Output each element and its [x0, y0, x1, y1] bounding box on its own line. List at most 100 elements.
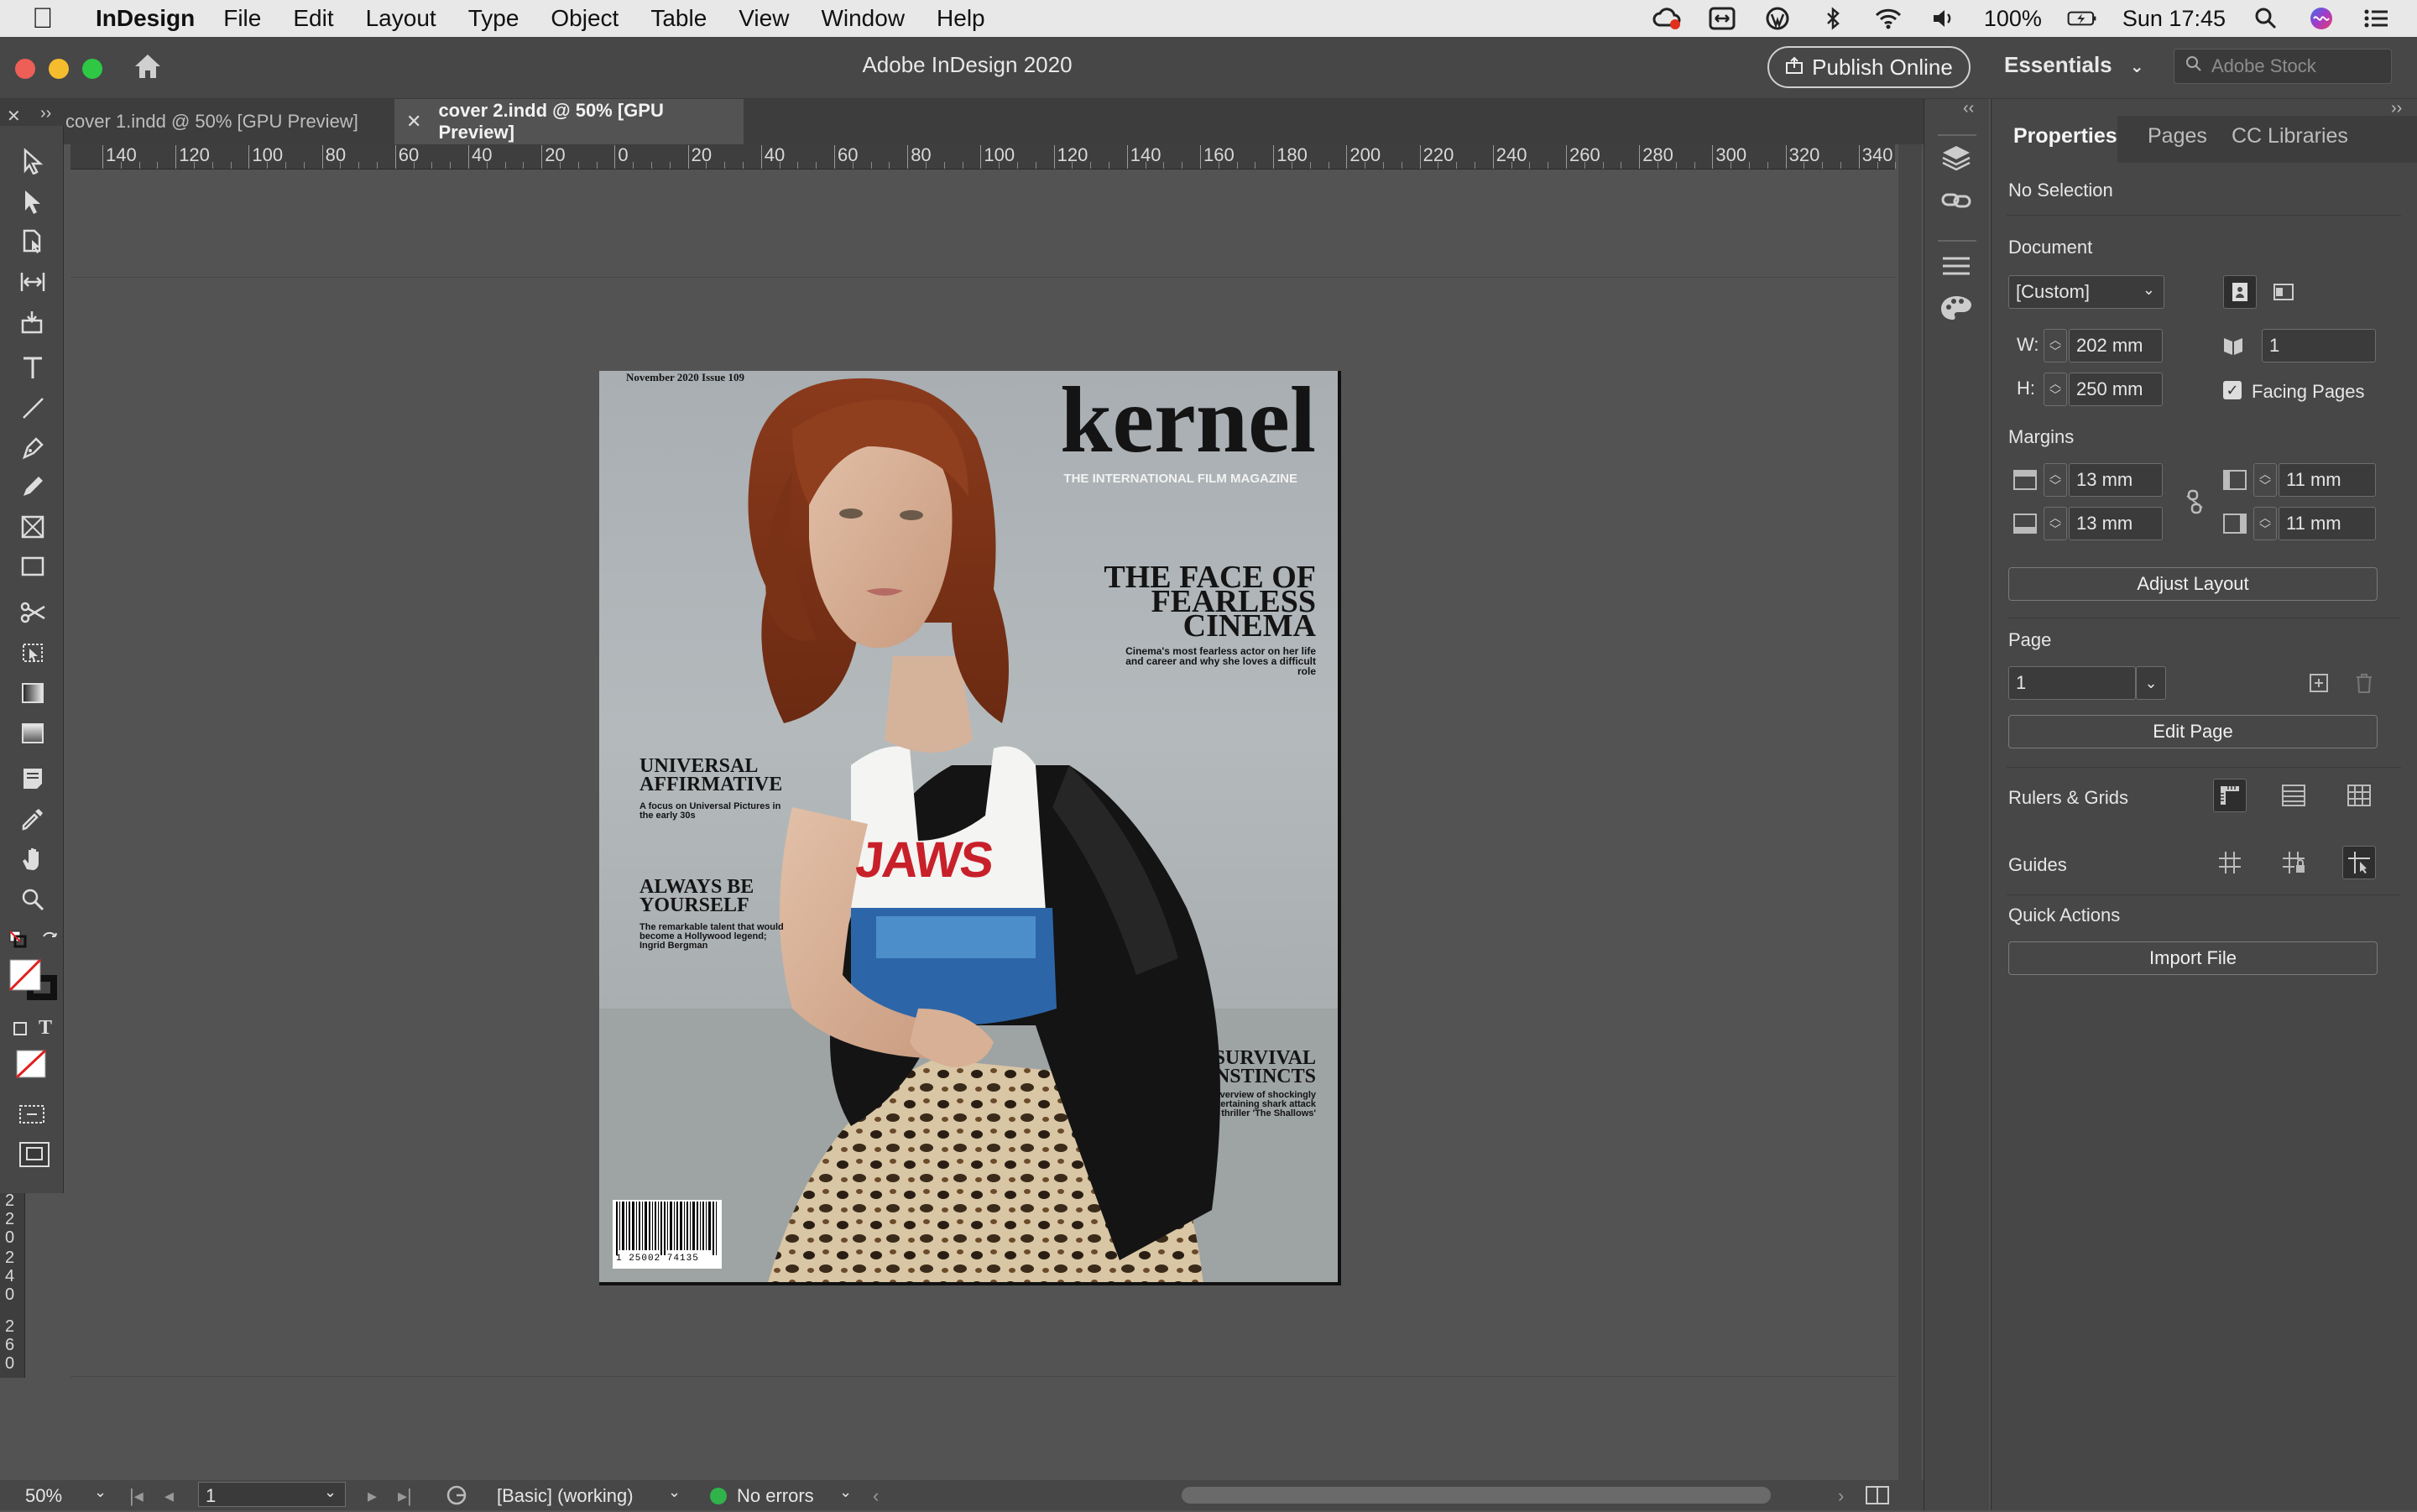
preflight-errors[interactable]: No errors [737, 1485, 814, 1507]
siri-icon[interactable] [2306, 6, 2336, 31]
battery-charging-icon[interactable] [2067, 6, 2097, 31]
scroll-left-icon[interactable]: ‹ [873, 1485, 879, 1507]
swatches-panel-icon[interactable] [1939, 294, 1973, 326]
unlink-margins-icon[interactable] [2178, 485, 2211, 519]
pencil-tool-icon[interactable] [12, 470, 54, 503]
stroke-panel-icon[interactable] [1939, 253, 1973, 283]
zoom-dropdown-chevron-icon[interactable]: ⌄ [94, 1483, 107, 1501]
notification-center-icon[interactable] [2362, 6, 2392, 31]
formatting-container-icon[interactable] [12, 1020, 29, 1041]
adjust-layout-button[interactable]: Adjust Layout [2008, 567, 2378, 601]
tab-cover-1[interactable]: cover 1.indd @ 50% [GPU Preview] [42, 99, 394, 144]
height-field[interactable]: 250 mm [2069, 373, 2163, 406]
smart-guides-icon[interactable] [2342, 846, 2376, 879]
add-page-icon[interactable] [2302, 666, 2336, 700]
first-page-icon[interactable]: |◂ [129, 1485, 144, 1507]
zoom-level[interactable]: 50% [25, 1485, 62, 1507]
scroll-right-icon[interactable]: › [1838, 1485, 1844, 1507]
menu-view[interactable]: View [739, 5, 789, 32]
collapse-dock-icon[interactable]: ‹‹ [1963, 99, 1974, 118]
magazine-cover-page[interactable]: JAWS November 2020 Issue 109 kernel THE … [599, 371, 1341, 1285]
apply-none-icon[interactable] [13, 1047, 49, 1085]
selection-tool-icon[interactable] [12, 144, 54, 178]
page-dropdown-chevron-icon[interactable]: ⌄ [324, 1483, 337, 1501]
height-stepper[interactable]: ︿ ﹀ [2044, 373, 2067, 406]
margin-top-field[interactable]: 13 mm [2069, 463, 2163, 497]
profile-dropdown-chevron-icon[interactable]: ⌄ [668, 1483, 681, 1501]
eyedropper-tool-icon[interactable] [12, 802, 54, 836]
horizontal-ruler[interactable]: 140 120 100 80 60 40 20 0 20 40 60 80 100 120 140 160 18… [70, 144, 1915, 169]
document-preset-select[interactable]: [Custom] ⌄ [2008, 275, 2164, 309]
menu-help[interactable]: Help [937, 5, 985, 32]
page-select-chevron-icon[interactable]: ⌄ [2136, 666, 2166, 700]
close-tab-icon[interactable]: ✕ [406, 111, 421, 133]
swap-fill-stroke-icon[interactable] [40, 930, 60, 952]
landscape-orientation-icon[interactable] [2267, 275, 2300, 309]
volume-icon[interactable] [1929, 6, 1959, 31]
spotlight-search-icon[interactable] [2251, 6, 2281, 31]
gradient-swatch-tool-icon[interactable] [12, 676, 54, 710]
margin-top-stepper[interactable]: ︿ ﹀ [2044, 463, 2067, 497]
margin-bottom-stepper[interactable]: ︿ ﹀ [2044, 507, 2067, 540]
tab-cover-2[interactable]: ✕ cover 2.indd @ 50% [GPU Preview] [394, 99, 744, 144]
width-field[interactable]: 202 mm [2069, 329, 2163, 362]
margin-right-stepper[interactable]: ︿ ﹀ [2253, 507, 2277, 540]
margin-bottom-field[interactable]: 13 mm [2069, 507, 2163, 540]
note-tool-icon[interactable] [12, 762, 54, 795]
type-tool-icon[interactable] [12, 351, 54, 384]
app-menu[interactable]: InDesign [96, 5, 195, 32]
edit-page-button[interactable]: Edit Page [2008, 715, 2378, 748]
layers-panel-icon[interactable] [1939, 141, 1973, 179]
horizontal-scrollbar[interactable] [1182, 1487, 1771, 1504]
lock-guides-icon[interactable] [2277, 846, 2310, 879]
bluetooth-icon[interactable] [1818, 6, 1848, 31]
show-guides-icon[interactable] [2213, 846, 2247, 879]
wifi-icon[interactable] [1873, 6, 1903, 31]
width-stepper[interactable]: ︿ ﹀ [2044, 329, 2067, 362]
direct-selection-tool-icon[interactable] [12, 185, 54, 218]
import-file-button[interactable]: Import File [2008, 941, 2378, 975]
tab-properties[interactable]: Properties [2013, 124, 2117, 149]
facing-pages-checkbox[interactable]: ✓ [2223, 381, 2242, 399]
document-grid-icon[interactable] [2342, 779, 2376, 812]
pen-tool-icon[interactable] [12, 431, 54, 465]
screen-mode-icon[interactable] [15, 1098, 49, 1135]
menu-layout[interactable]: Layout [366, 5, 436, 32]
wordpress-icon[interactable] [1762, 6, 1793, 31]
rectangle-frame-tool-icon[interactable] [12, 510, 54, 544]
vertical-scrollbar[interactable] [1898, 144, 1922, 1480]
adobe-stock-search[interactable]: Adobe Stock [2174, 49, 2392, 84]
scissors-tool-icon[interactable] [12, 596, 54, 629]
menu-edit[interactable]: Edit [293, 5, 333, 32]
tab-cc-libraries[interactable]: CC Libraries [2232, 124, 2348, 149]
menu-window[interactable]: Window [821, 5, 905, 32]
split-window-icon[interactable] [1865, 1485, 1890, 1510]
menu-object[interactable]: Object [551, 5, 619, 32]
tab-pages[interactable]: Pages [2148, 124, 2207, 149]
ruler-toggle-icon[interactable] [2213, 779, 2247, 812]
margin-right-field[interactable]: 11 mm [2279, 507, 2376, 540]
free-transform-tool-icon[interactable] [12, 636, 54, 670]
preflight-menu-chevron-icon[interactable]: ⌄ [839, 1483, 852, 1501]
hand-tool-icon[interactable] [12, 842, 54, 876]
pages-count-field[interactable]: 1 [2262, 329, 2376, 362]
page-select[interactable]: 1 [2008, 666, 2136, 700]
previous-page-icon[interactable]: ◂ [164, 1485, 174, 1507]
formatting-text-icon[interactable]: T [39, 1017, 52, 1040]
line-tool-icon[interactable] [12, 391, 54, 425]
display-arrows-icon[interactable] [1707, 6, 1737, 31]
preview-mode-icon[interactable] [17, 1138, 50, 1176]
links-panel-icon[interactable] [1939, 188, 1973, 217]
next-page-icon[interactable]: ▸ [368, 1485, 377, 1507]
clock[interactable]: Sun 17:45 [2122, 6, 2226, 32]
menu-type[interactable]: Type [468, 5, 519, 32]
delete-page-icon[interactable] [2347, 666, 2381, 700]
apple-icon[interactable]:  [32, 3, 69, 35]
menu-file[interactable]: File [223, 5, 261, 32]
open-document-page-icon[interactable] [445, 1483, 470, 1512]
fill-stroke-swatch-icon[interactable] [8, 958, 59, 1006]
gap-tool-icon[interactable] [12, 265, 54, 299]
close-panel-icon[interactable]: ✕ [7, 106, 21, 127]
preflight-profile[interactable]: [Basic] (working) [497, 1485, 634, 1507]
content-collector-tool-icon[interactable] [12, 305, 54, 339]
